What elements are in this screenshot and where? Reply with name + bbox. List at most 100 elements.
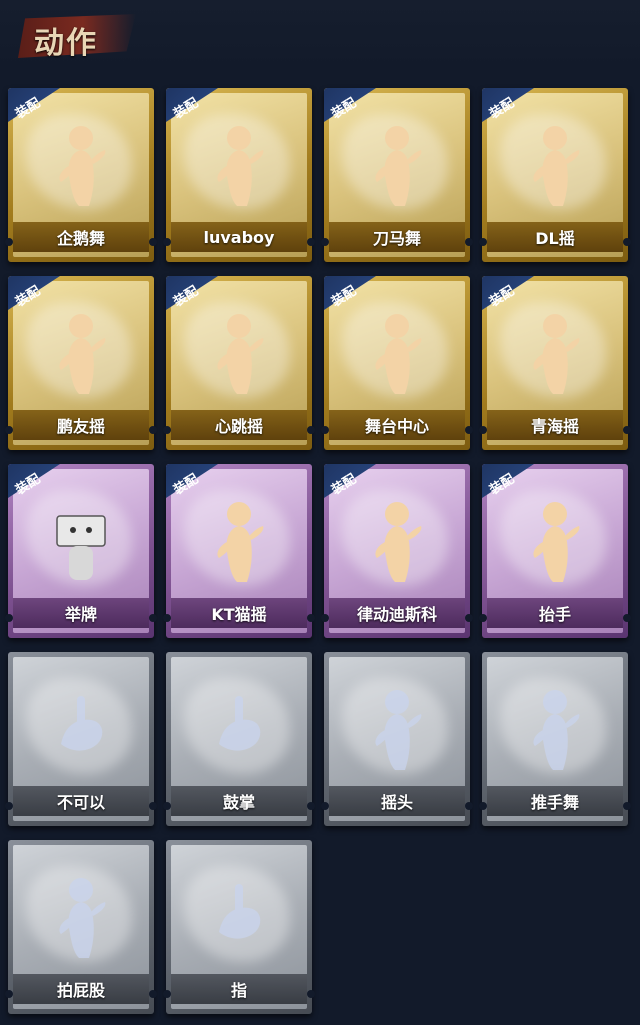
card-label-bar: DL摇	[487, 222, 623, 252]
action-grid: 装配 企鹅舞 装配 luvaboy 装配 刀马舞 装配 DL摇 装配 鹏友摇 装配 心跳摇 …	[5, 88, 632, 1014]
card-notch	[149, 426, 157, 434]
raise-hand-figure-icon	[525, 496, 585, 586]
shake-head-figure-icon	[367, 684, 427, 774]
action-card[interactable]: 装配 刀马舞	[321, 88, 473, 262]
action-name: 企鹅舞	[56, 229, 105, 248]
card-notch	[149, 802, 157, 810]
card-label-bar: KT猫摇	[171, 598, 307, 628]
card-label-bar: 推手舞	[487, 786, 623, 816]
card-notch	[321, 426, 329, 434]
action-name: 青海摇	[530, 417, 579, 436]
clapping-hands-icon	[209, 684, 269, 774]
card-label-bar: 指	[171, 974, 307, 1004]
action-card[interactable]: 装配 青海摇	[479, 276, 631, 450]
disco-figure-icon	[367, 496, 427, 586]
card-notch	[163, 238, 171, 246]
card-notch	[465, 802, 473, 810]
action-card[interactable]: 装配 举牌	[5, 464, 157, 638]
action-name: 指	[230, 981, 247, 1000]
card-notch	[5, 614, 13, 622]
card-notch	[307, 238, 315, 246]
card-notch	[465, 614, 473, 622]
dance-figure-icon	[209, 496, 269, 586]
action-name: 鼓掌	[222, 793, 255, 812]
card-label-bar: 舞台中心	[329, 410, 465, 440]
card-notch	[321, 802, 329, 810]
action-card[interactable]: 装配 企鹅舞	[5, 88, 157, 262]
dance-figure-icon	[525, 120, 585, 210]
action-card[interactable]: 拍屁股	[5, 840, 157, 1014]
dance-figure-icon	[525, 308, 585, 398]
action-name: 举牌	[64, 605, 97, 624]
card-notch	[307, 990, 315, 998]
card-notch	[465, 426, 473, 434]
card-label-bar: 青海摇	[487, 410, 623, 440]
card-notch	[479, 802, 487, 810]
card-label-bar: 抬手	[487, 598, 623, 628]
action-card[interactable]: 装配 心跳摇	[163, 276, 315, 450]
dance-figure-icon	[209, 308, 269, 398]
action-card[interactable]: 指	[163, 840, 315, 1014]
action-name: 刀马舞	[372, 229, 421, 248]
card-label-bar: 鼓掌	[171, 786, 307, 816]
card-notch	[321, 238, 329, 246]
action-card[interactable]: 鼓掌	[163, 652, 315, 826]
action-name: 心跳摇	[214, 417, 263, 436]
card-label-bar: 心跳摇	[171, 410, 307, 440]
card-notch	[623, 802, 631, 810]
action-card[interactable]: 摇头	[321, 652, 473, 826]
action-name: 推手舞	[530, 793, 579, 812]
action-card[interactable]: 装配 鹏友摇	[5, 276, 157, 450]
dance-figure-icon	[367, 120, 427, 210]
dance-figure-icon	[51, 120, 111, 210]
card-notch	[307, 802, 315, 810]
card-notch	[5, 238, 13, 246]
action-name: DL摇	[535, 229, 575, 248]
action-card[interactable]: 装配 律动迪斯科	[321, 464, 473, 638]
card-notch	[321, 614, 329, 622]
dance-figure-icon	[367, 308, 427, 398]
action-card[interactable]: 装配 KT猫摇	[163, 464, 315, 638]
card-notch	[5, 802, 13, 810]
action-name: KT猫摇	[211, 605, 267, 624]
push-hands-figure-icon	[525, 684, 585, 774]
card-label-bar: 律动迪斯科	[329, 598, 465, 628]
page-title: 动作	[34, 26, 98, 61]
card-label-bar: 刀马舞	[329, 222, 465, 252]
card-notch	[479, 614, 487, 622]
action-name: 舞台中心	[364, 417, 429, 436]
card-notch	[149, 614, 157, 622]
card-notch	[479, 238, 487, 246]
card-notch	[307, 614, 315, 622]
card-label-bar: 摇头	[329, 786, 465, 816]
card-notch	[163, 426, 171, 434]
card-notch	[479, 426, 487, 434]
card-label-bar: 鹏友摇	[13, 410, 149, 440]
action-name: 拍屁股	[56, 981, 105, 1000]
card-notch	[163, 614, 171, 622]
action-card[interactable]: 装配 抬手	[479, 464, 631, 638]
card-label-bar: 拍屁股	[13, 974, 149, 1004]
action-name: 律动迪斯科	[356, 605, 437, 624]
action-card[interactable]: 推手舞	[479, 652, 631, 826]
action-name: luvaboy	[203, 227, 275, 247]
action-card[interactable]: 不可以	[5, 652, 157, 826]
action-card[interactable]: 装配 luvaboy	[163, 88, 315, 262]
action-card[interactable]: 装配 DL摇	[479, 88, 631, 262]
action-name: 鹏友摇	[56, 417, 105, 436]
card-label-bar: 举牌	[13, 598, 149, 628]
card-notch	[163, 990, 171, 998]
finger-wag-icon	[51, 684, 111, 774]
card-notch	[163, 802, 171, 810]
card-notch	[623, 614, 631, 622]
dance-figure-icon	[51, 308, 111, 398]
header-bar: 动作	[0, 0, 640, 70]
card-notch	[307, 426, 315, 434]
card-notch	[149, 990, 157, 998]
dance-figure-icon	[209, 120, 269, 210]
pointing-hand-icon	[209, 872, 269, 962]
card-notch	[623, 426, 631, 434]
card-notch	[5, 426, 13, 434]
action-card[interactable]: 装配 舞台中心	[321, 276, 473, 450]
card-label-bar: luvaboy	[171, 222, 307, 252]
